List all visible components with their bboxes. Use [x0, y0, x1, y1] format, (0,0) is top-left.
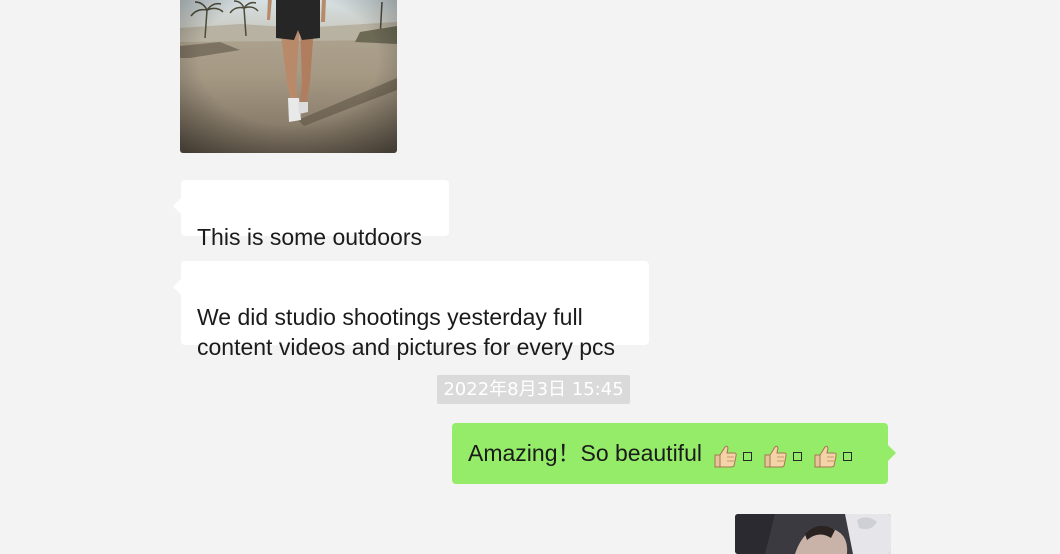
message-text: We did studio shootings yesterday full c… [197, 304, 616, 360]
missing-glyph-icon [742, 452, 752, 462]
thumbs-up-icon [812, 443, 839, 470]
message-bubble-incoming[interactable]: This is some outdoors [173, 180, 449, 250]
thumbs-up-icon [762, 443, 789, 470]
thumbs-up-icon [712, 443, 739, 470]
chat-timestamp: 2022年8月3日 15:45 [437, 375, 630, 404]
message-text: This is some outdoors [197, 224, 422, 250]
missing-glyph-icon [842, 452, 852, 462]
chat-photo-studio[interactable] [735, 514, 891, 554]
message-bubble-outgoing[interactable]: Amazing！So beautiful [452, 423, 896, 484]
chat-photo-outdoor[interactable] [180, 0, 397, 153]
missing-glyph-icon [792, 452, 802, 462]
emoji-group [710, 440, 860, 470]
message-text: Amazing！So beautiful [468, 440, 702, 466]
message-bubble-incoming[interactable]: We did studio shootings yesterday full c… [173, 261, 649, 360]
